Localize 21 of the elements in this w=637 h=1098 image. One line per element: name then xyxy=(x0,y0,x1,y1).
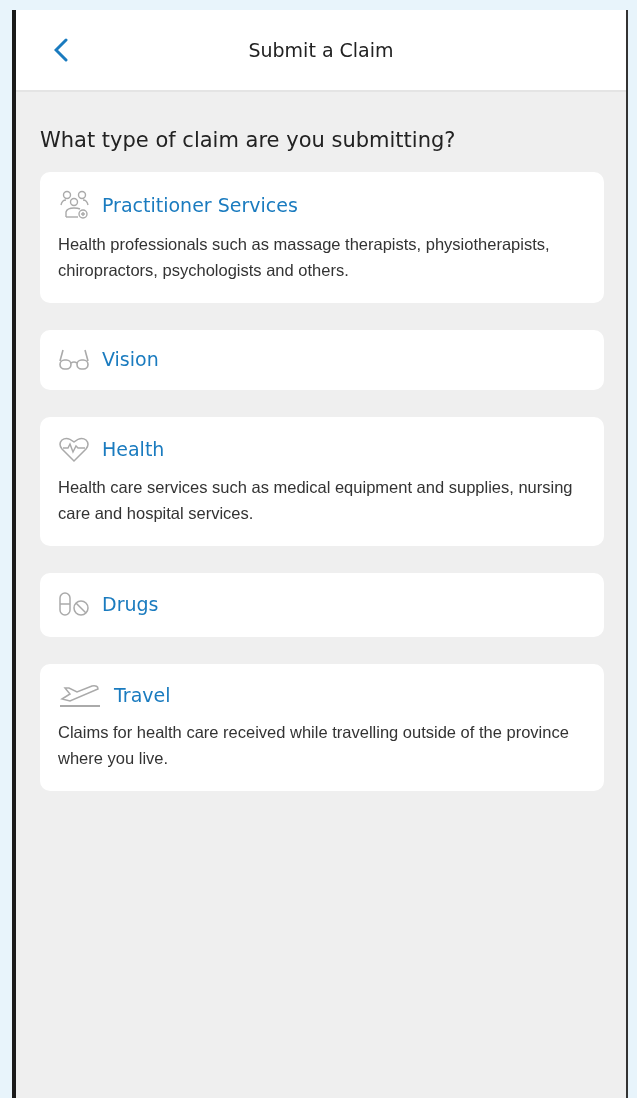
claim-type-title: Health xyxy=(102,438,165,461)
screen-title: Submit a Claim xyxy=(247,39,395,61)
claim-type-title: Practitioner Services xyxy=(102,194,298,216)
claim-type-description: Health professionals such as massage therapists, physiotherapists, chiropractors, psychologists and others. xyxy=(58,234,551,281)
claim-type-card[interactable]: Drugs xyxy=(40,573,604,638)
claim-type-card[interactable]: Travel Claims for health care received while travelling outside of the province where you live. xyxy=(40,664,604,792)
heart-pulse-icon xyxy=(58,435,90,464)
claim-type-card[interactable]: Practitioner Services Health professionals such as massage therapists, physiotherapists, chiropractors, psychologists and others. xyxy=(40,172,604,304)
claim-type-card[interactable]: Health Health care services such as medical equipment and supplies, nursing care and hospital services. xyxy=(40,417,604,547)
question-heading: What type of claim are you submitting? xyxy=(40,127,457,154)
people-icon xyxy=(58,190,90,220)
pills-icon xyxy=(58,591,90,618)
glasses-icon xyxy=(58,348,90,371)
claim-type-title: Travel xyxy=(114,684,171,707)
back-icon[interactable] xyxy=(54,38,68,62)
claim-type-title: Drugs xyxy=(102,593,159,616)
claim-type-title: Vision xyxy=(102,348,159,371)
claim-type-description: Health care services such as medical equipment and supplies, nursing care and hospital services. xyxy=(58,477,574,524)
plane-icon xyxy=(58,682,102,709)
claim-type-description: Claims for health care received while travelling outside of the province where you live. xyxy=(58,722,570,769)
claim-type-card[interactable]: Vision xyxy=(40,330,604,391)
